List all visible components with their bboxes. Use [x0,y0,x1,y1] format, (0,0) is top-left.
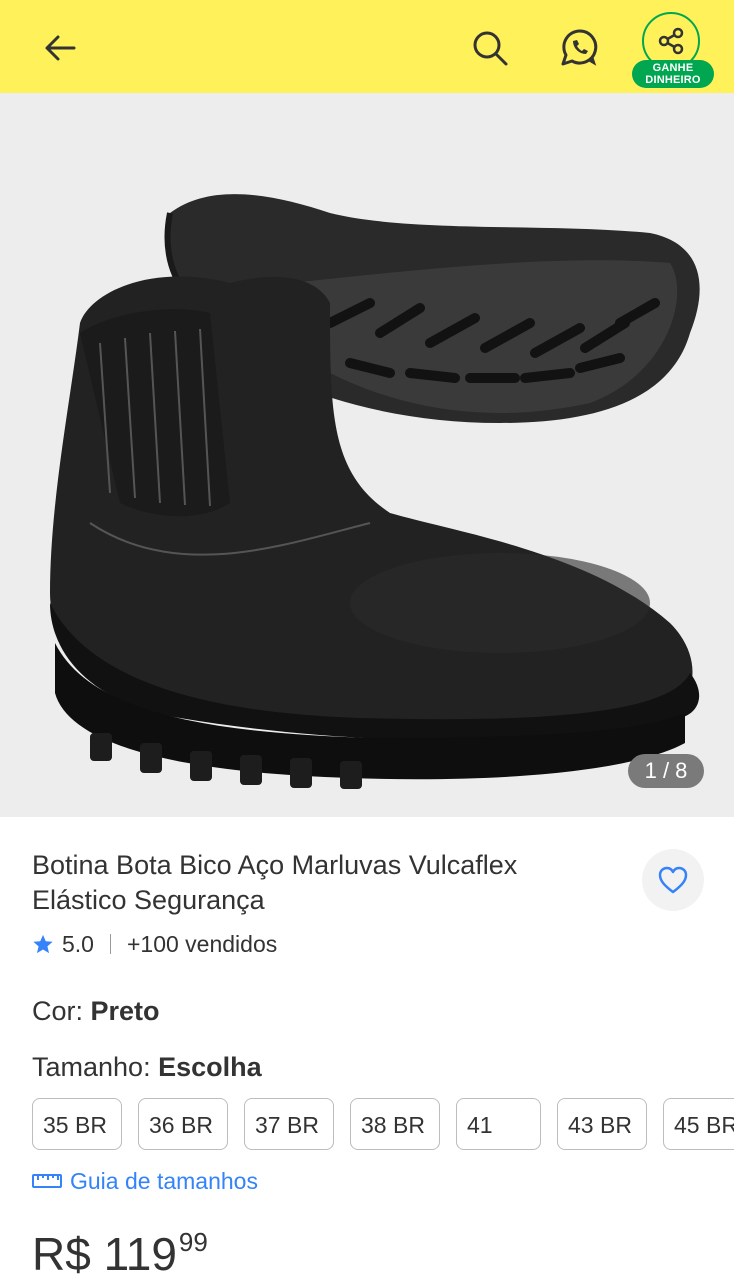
star-icon [33,934,53,954]
product-image [50,194,700,789]
product-image-gallery[interactable]: 1 / 8 [0,93,734,817]
share-badge: GANHE DINHEIRO [632,60,714,88]
image-counter: 1 / 8 [628,754,704,788]
size-option[interactable]: 43 BR [557,1098,647,1150]
size-option[interactable]: 38 BR [350,1098,440,1150]
size-option[interactable]: 35 BR [32,1098,122,1150]
ruler-icon [32,1174,62,1188]
top-bar: GANHE DINHEIRO [0,0,734,93]
color-row: Cor: Preto [32,996,160,1027]
size-option[interactable]: 36 BR [138,1098,228,1150]
size-guide-label: Guia de tamanhos [70,1167,258,1194]
share-badge-line2: DINHEIRO [645,74,701,86]
search-icon[interactable] [468,26,512,70]
heart-icon [658,866,688,894]
arrow-left-icon[interactable] [40,28,80,68]
favorite-button[interactable] [642,849,704,911]
color-label: Cor: [32,996,91,1026]
size-option[interactable]: 37 BR [244,1098,334,1150]
share-badge-line1: GANHE [652,62,694,74]
price-cents: 99 [178,1227,208,1257]
product-title: Botina Bota Bico Aço Marluvas Vulcaflex … [32,850,518,915]
size-value: Escolha [158,1052,262,1082]
price: R$ 11999 [32,1227,208,1280]
share-icon [658,27,684,55]
size-option[interactable]: 41 BR [456,1098,541,1150]
separator [109,934,111,954]
whatsapp-icon[interactable] [556,24,604,72]
size-option[interactable]: 45 BR [663,1098,734,1150]
size-guide-link[interactable]: Guia de tamanhos [32,1166,258,1196]
size-label: Tamanho: [32,1052,159,1082]
price-main: R$ 119 [32,1228,177,1280]
size-row: Tamanho: Escolha [32,1052,262,1083]
share-earn-button[interactable]: GANHE DINHEIRO [632,10,714,90]
color-value: Preto [90,996,160,1026]
size-options: 35 BR 36 BR 37 BR 38 BR 41 BR 43 BR 45 B… [32,1098,734,1152]
rating-value: 5.0 [62,930,94,957]
rating-row[interactable]: 5.0 +100 vendidos [32,928,277,960]
sold-count: +100 vendidos [126,930,278,957]
